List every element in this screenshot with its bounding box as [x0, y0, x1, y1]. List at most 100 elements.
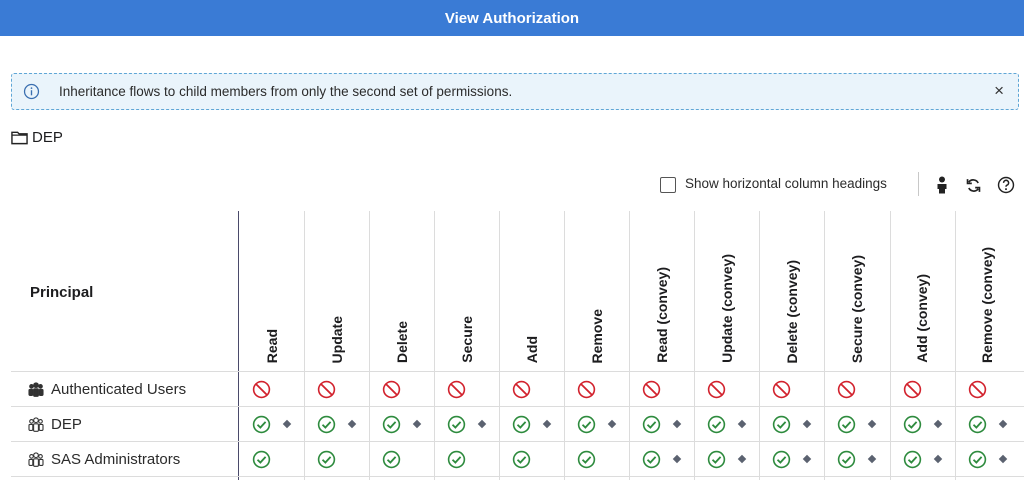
permission-cell[interactable] [955, 372, 1020, 406]
permission-cell[interactable] [239, 372, 304, 406]
granted-icon [578, 450, 596, 468]
permission-cell[interactable] [499, 372, 564, 406]
help-icon [997, 176, 1015, 194]
inherited-diamond-icon [412, 419, 422, 429]
permission-cell[interactable] [434, 407, 499, 441]
show-horizontal-headings-checkbox[interactable] [660, 177, 676, 193]
permission-cell[interactable] [955, 407, 1020, 441]
column-header: Add [499, 211, 564, 371]
column-header-label: Delete (convey) [783, 259, 800, 363]
group-outline-icon [28, 417, 44, 432]
permission-cell[interactable] [304, 442, 369, 476]
permission-cell[interactable] [629, 372, 694, 406]
permission-cell[interactable] [369, 372, 434, 406]
denied-icon [578, 380, 596, 398]
info-icon [23, 83, 40, 100]
granted-icon [447, 450, 466, 468]
show-horizontal-headings-label: Show horizontal column headings [685, 176, 887, 191]
permission-cell[interactable] [629, 442, 694, 476]
toolbar: Show horizontal column headings [0, 172, 1024, 198]
info-banner: Inheritance flows to child members from … [11, 73, 1019, 110]
permission-cell[interactable] [824, 407, 889, 441]
permission-cell[interactable] [434, 372, 499, 406]
principal-row-label[interactable]: DEP [28, 407, 82, 441]
permission-cell[interactable] [759, 407, 824, 441]
permission-cell[interactable] [499, 442, 564, 476]
refresh-icon [966, 178, 980, 192]
column-header: Update [304, 211, 369, 371]
denied-icon [382, 380, 401, 398]
granted-icon [252, 450, 271, 468]
denied-icon [968, 380, 986, 398]
permission-cell[interactable] [694, 407, 759, 441]
help-button[interactable] [996, 175, 1016, 195]
permission-cell[interactable] [564, 372, 629, 406]
column-header: Read (convey) [629, 211, 694, 371]
inherited-diamond-icon [477, 419, 487, 429]
inherited-diamond-icon [608, 419, 617, 429]
permission-cell[interactable] [369, 442, 434, 476]
add-principal-button[interactable] [932, 175, 952, 195]
principal-column-header: Principal [30, 284, 94, 301]
column-header-label: Delete [393, 320, 410, 363]
column-header-label: Read [263, 328, 280, 363]
permission-cell[interactable] [694, 372, 759, 406]
group-outline-icon [28, 452, 44, 467]
granted-icon [838, 450, 856, 468]
column-header-label: Read (convey) [653, 267, 670, 363]
inherited-diamond-icon [998, 419, 1007, 429]
inherited-diamond-icon [868, 454, 877, 464]
granted-icon [512, 450, 531, 468]
inherited-diamond-icon [282, 419, 292, 429]
granted-icon [708, 415, 726, 433]
column-header-label: Add (convey) [914, 274, 931, 363]
denied-icon [447, 380, 466, 398]
permission-cell[interactable] [304, 372, 369, 406]
permission-cell[interactable] [824, 442, 889, 476]
principal-name: SAS Administrators [51, 450, 181, 468]
permission-cell[interactable] [629, 407, 694, 441]
permission-cell[interactable] [564, 407, 629, 441]
column-header-label: Remove [588, 308, 605, 363]
permission-cell[interactable] [434, 442, 499, 476]
inherited-diamond-icon [868, 419, 877, 429]
column-header: Secure [434, 211, 499, 371]
column-header: Remove (convey) [955, 211, 1020, 371]
row-divider [11, 476, 1024, 477]
permission-cell[interactable] [694, 442, 759, 476]
close-banner-button[interactable]: × [994, 80, 1004, 102]
granted-icon [968, 415, 986, 433]
inherited-diamond-icon [803, 419, 812, 429]
column-header: Delete [369, 211, 434, 371]
principal-row-label[interactable]: SAS Administrators [28, 442, 180, 476]
inherited-diamond-icon [998, 454, 1007, 464]
permission-cell[interactable] [759, 372, 824, 406]
permission-cell[interactable] [824, 372, 889, 406]
refresh-button[interactable] [963, 175, 983, 195]
granted-icon [708, 450, 726, 468]
permission-cell[interactable] [564, 442, 629, 476]
granted-icon [252, 415, 271, 433]
permission-cell[interactable] [369, 407, 434, 441]
permission-cell[interactable] [499, 407, 564, 441]
column-header: Read [239, 211, 304, 371]
granted-icon [317, 450, 336, 468]
permission-cell[interactable] [239, 407, 304, 441]
granted-icon [447, 415, 466, 433]
column-header-label: Secure (convey) [848, 254, 865, 363]
principal-row-label[interactable]: Authenticated Users [28, 372, 186, 406]
group-filled-icon [28, 382, 44, 397]
permission-cell[interactable] [304, 407, 369, 441]
inherited-diamond-icon [673, 419, 682, 429]
permission-cell[interactable] [890, 372, 955, 406]
permission-cell[interactable] [759, 442, 824, 476]
granted-icon [838, 415, 856, 433]
granted-icon [773, 415, 791, 433]
permission-cell[interactable] [890, 407, 955, 441]
permissions-table: Principal Read Update Delete Secure Add Remov… [0, 211, 1024, 480]
permission-cell[interactable] [239, 442, 304, 476]
breadcrumb-label: DEP [32, 129, 63, 146]
inherited-diamond-icon [738, 419, 747, 429]
permission-cell[interactable] [890, 442, 955, 476]
permission-cell[interactable] [955, 442, 1020, 476]
